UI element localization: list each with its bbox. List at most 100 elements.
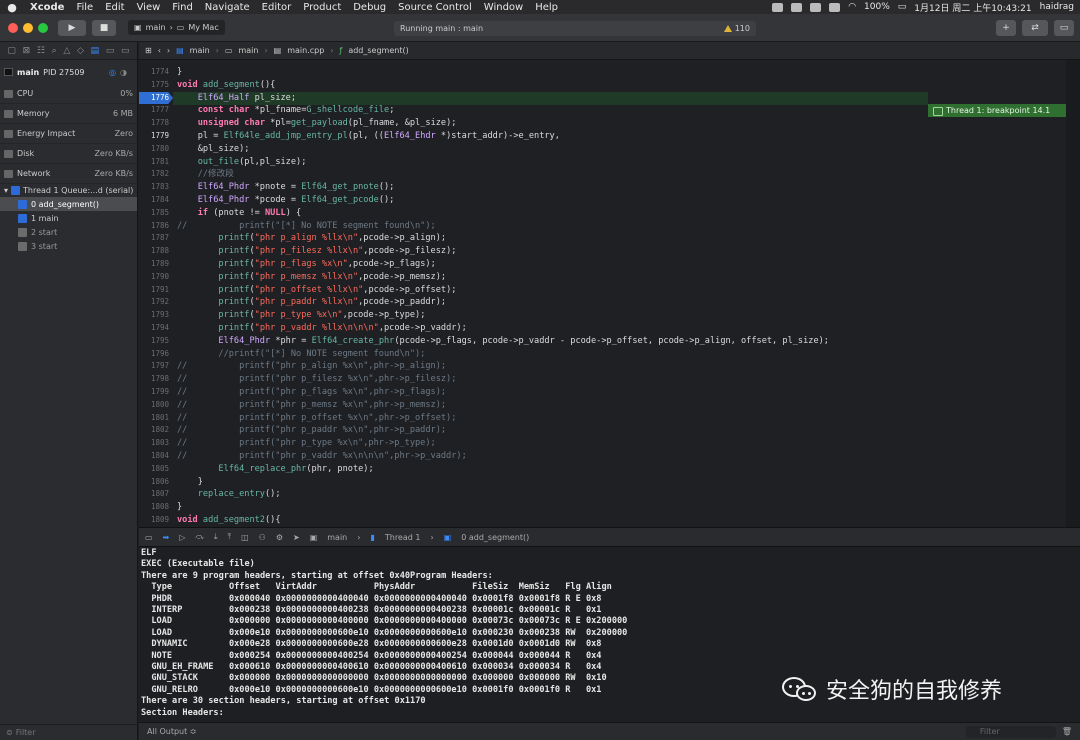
code-line[interactable]: } [177,501,829,514]
line-number[interactable]: 1774 [139,66,169,79]
line-number[interactable]: 1785 [139,207,169,220]
stack-frame-row[interactable]: 2 start [0,225,137,239]
warnings-badge[interactable]: 110 [723,24,750,33]
breadcrumb-project[interactable]: main [190,46,210,55]
view-hierarchy-icon[interactable]: ◫ [241,533,249,542]
line-number[interactable]: 1796 [139,348,169,361]
status-icon[interactable] [810,2,822,12]
code-line[interactable]: Elf64_Phdr *pcode = Elf64_get_pcode(); [177,194,829,207]
code-line[interactable]: printf("phr p_flags %x\n",pcode->p_flags… [177,258,829,271]
layout-button[interactable]: ▭ [1054,20,1074,36]
stack-frame-row[interactable]: 3 start [0,239,137,253]
line-number[interactable]: 1782 [139,168,169,181]
menu-file[interactable]: File [70,2,99,13]
code-line[interactable]: printf("phr p_type %x\n",pcode->p_type); [177,309,829,322]
line-number[interactable]: 1806 [139,476,169,489]
status-icon[interactable] [772,2,784,12]
hide-debug-area-icon[interactable]: ▭ [145,533,153,542]
stack-frame-row[interactable]: 0 add_segment() [0,197,137,211]
code-line[interactable]: Elf64_replace_phr(phr, pnote); [177,463,829,476]
scheme-selector[interactable]: ▣ main › ▭ My Mac [128,20,225,35]
code-line[interactable]: // printf("phr p_type %x\n",phr->p_type)… [177,437,829,450]
folder-icon[interactable]: ▢ [7,46,16,56]
code-line[interactable]: // printf("phr p_paddr %x\n",phr->p_padd… [177,424,829,437]
line-number[interactable]: 1800 [139,399,169,412]
console-filter[interactable]: Filter [965,725,1056,738]
line-number[interactable]: 1789 [139,258,169,271]
menu-view[interactable]: View [131,2,167,13]
code-line[interactable]: Elf64_Half pl_size; [177,92,829,105]
code-line[interactable]: } [177,66,829,79]
grid-icon[interactable]: ⊞ [145,46,152,55]
thread-row[interactable]: ▾ Thread 1 Queue:...d (serial) [0,184,137,197]
line-number[interactable]: 1788 [139,245,169,258]
line-number[interactable]: 1808 [139,501,169,514]
line-number[interactable]: 1783 [139,181,169,194]
report-icon[interactable]: ▭ [121,46,130,56]
code-review-button[interactable]: ⇄ [1022,20,1048,36]
code-line[interactable]: // printf("phr p_align %x\n",phr->p_alig… [177,360,829,373]
code-line[interactable]: const char *pl_fname=G_shellcode_file; [177,104,829,117]
line-number[interactable]: 1791 [139,284,169,297]
breadcrumb-folder[interactable]: main [238,46,258,55]
code-line[interactable]: out_file(pl,pl_size); [177,156,829,169]
menu-navigate[interactable]: Navigate [199,2,256,13]
menu-user[interactable]: haidrag [1040,2,1074,12]
status-icon[interactable] [829,2,841,12]
add-library-button[interactable]: + [996,20,1016,36]
code-line[interactable]: &pl_size); [177,143,829,156]
breadcrumb-file[interactable]: main.cpp [287,46,324,55]
line-number[interactable]: 1777 [139,104,169,117]
gauge-cpu[interactable]: CPU 0% [0,84,137,104]
code-line[interactable]: // printf("phr p_offset %x\n",phr->p_off… [177,412,829,425]
code-line[interactable]: //修改段 [177,168,829,181]
back-icon[interactable]: ‹ [158,46,161,55]
line-number[interactable]: 1805 [139,463,169,476]
debug-breadcrumb-process[interactable]: main [327,533,347,542]
code-line[interactable]: replace_entry(); [177,488,829,501]
find-icon[interactable]: ⌕ [52,46,57,56]
debug-breadcrumb-frame[interactable]: 0 add_segment() [461,533,529,542]
minimize-window-button[interactable] [23,22,33,33]
line-number[interactable]: 1799 [139,386,169,399]
breakpoint-marker[interactable]: 1776 [139,91,173,105]
close-window-button[interactable] [8,22,18,33]
disclosure-icon[interactable]: ▾ [4,186,8,195]
symbol-icon[interactable]: ☷ [37,46,45,56]
test-icon[interactable]: ◇ [77,46,84,56]
continue-icon[interactable]: ▷ [179,533,185,542]
forward-icon[interactable]: › [167,46,170,55]
line-number[interactable]: 1798 [139,373,169,386]
gauges-toggle-icon[interactable]: ◎ [109,68,116,77]
source-editor[interactable]: 1774 1775 1776 1777 1778 1779 1780 1781 1782 1783… [139,60,1080,527]
line-number[interactable]: 1787 [139,232,169,245]
code-line[interactable]: void add_segment2(){ [177,514,829,527]
step-out-icon[interactable]: ⤒ [228,532,232,542]
apple-icon[interactable]: ● [0,1,24,14]
code-line[interactable]: printf("phr p_paddr %llx\n",pcode->p_pad… [177,296,829,309]
menu-debug[interactable]: Debug [347,2,392,13]
menu-clock[interactable]: 1月12日 周二 上午10:43:21 [914,1,1031,14]
options-icon[interactable]: ◑ [120,68,127,77]
line-number[interactable]: 1802 [139,424,169,437]
trash-icon[interactable]: 🗑 [1062,727,1072,736]
source-control-icon[interactable]: ⊠ [23,46,31,56]
issue-icon[interactable]: △ [63,46,70,56]
breakpoints-toggle-icon[interactable]: ➡ [163,533,170,542]
code-line[interactable]: void add_segment(){ [177,79,829,92]
breakpoint-annotation[interactable]: Thread 1: breakpoint 14.1 [928,104,1066,117]
line-number[interactable]: 1781 [139,156,169,169]
menu-product[interactable]: Product [297,2,347,13]
code-line[interactable]: // printf("[*] No NOTE segment found\n")… [177,220,829,233]
line-number[interactable]: 1804 [139,450,169,463]
code-line[interactable]: } [177,476,829,489]
minimap[interactable] [1066,60,1080,527]
code-line[interactable]: printf("phr p_vaddr %llx\n\n\n",pcode->p… [177,322,829,335]
code-line[interactable]: Elf64_Phdr *pnote = Elf64_get_pnote(); [177,181,829,194]
line-number[interactable]: 1778 [139,117,169,130]
menu-find[interactable]: Find [166,2,199,13]
code-line[interactable]: // printf("phr p_filesz %x\n",phr->p_fil… [177,373,829,386]
navigator-filter[interactable]: ⊜ Filter [0,724,138,740]
battery-icon[interactable]: ▭ [898,2,907,12]
line-number[interactable]: 1809 [139,514,169,527]
